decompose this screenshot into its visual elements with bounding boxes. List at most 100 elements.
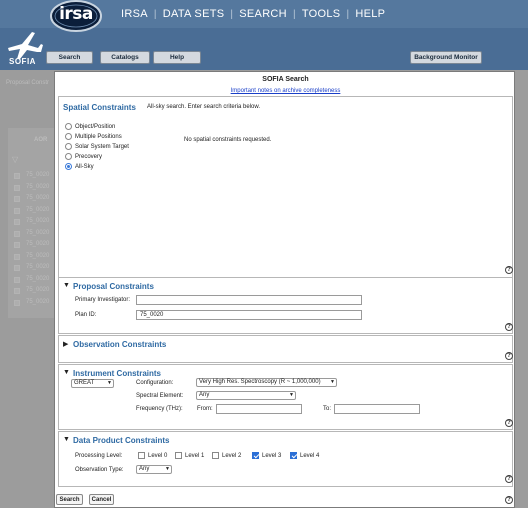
chevron-down-icon: ▼ xyxy=(330,379,335,385)
level-4-option[interactable]: Level 4 xyxy=(290,452,319,459)
help-icon[interactable]: ? xyxy=(505,352,513,360)
radio-label: Object/Position xyxy=(75,123,116,130)
level-3-option[interactable]: Level 3 xyxy=(252,452,281,459)
expand-down-icon[interactable]: ▼ xyxy=(63,436,70,443)
nav-tools[interactable]: TOOLS xyxy=(302,8,341,20)
background-row-text: 75_0020 xyxy=(26,218,50,224)
background-monitor-button[interactable]: Background Monitor xyxy=(410,51,482,64)
radio-all-sky[interactable]: All-Sky xyxy=(65,163,94,170)
expand-down-icon[interactable]: ▼ xyxy=(63,282,70,289)
level-label: Level 0 xyxy=(148,452,168,459)
radio-label: Solar System Target xyxy=(75,143,129,150)
from-label: From: xyxy=(197,406,213,412)
background-row-checkbox xyxy=(14,196,20,202)
help-icon[interactable]: ? xyxy=(505,496,513,504)
search-tab-button[interactable]: Search xyxy=(46,51,93,64)
search-button[interactable]: Search xyxy=(56,494,83,505)
background-row-checkbox xyxy=(14,219,20,225)
expand-down-icon[interactable]: ▼ xyxy=(63,369,70,376)
top-navigation: IRSA | DATA SETS | SEARCH | TOOLS | HELP xyxy=(121,8,385,20)
instrument-constraints-panel: ▼ Instrument Constraints GREAT ▼ Configu… xyxy=(58,364,513,430)
spatial-constraints-panel: Spatial Constraints All-sky search. Ente… xyxy=(58,96,513,278)
level-3-checkbox[interactable] xyxy=(252,452,259,459)
spatial-section-title: Spatial Constraints xyxy=(63,103,136,112)
background-row-checkbox xyxy=(14,299,20,306)
level-label: Level 3 xyxy=(262,452,282,459)
nav-help[interactable]: HELP xyxy=(355,8,385,20)
catalogs-tab-button[interactable]: Catalogs xyxy=(100,51,150,64)
radio-button[interactable] xyxy=(65,153,72,160)
background-row-text: 75_0020 xyxy=(26,195,50,201)
observation-type-select[interactable]: Any ▼ xyxy=(136,465,172,474)
radio-button[interactable] xyxy=(65,143,72,150)
radio-solar-system-target[interactable]: Solar System Target xyxy=(65,143,129,150)
help-tab-button[interactable]: Help xyxy=(153,51,201,64)
level-1-checkbox[interactable] xyxy=(175,452,182,459)
expand-right-icon[interactable]: ▶ xyxy=(63,340,68,348)
radio-button[interactable] xyxy=(65,133,72,140)
background-row-text: 75_0020 xyxy=(26,287,50,293)
help-icon[interactable]: ? xyxy=(505,475,513,483)
instrument-value: GREAT xyxy=(74,380,95,386)
irsa-logo-text: irsa xyxy=(59,4,93,24)
spectral-element-label: Spectral Element: xyxy=(136,393,184,399)
spatial-description: All-sky search. Enter search criteria be… xyxy=(147,104,261,110)
cancel-button[interactable]: Cancel xyxy=(89,494,114,505)
nav-search[interactable]: SEARCH xyxy=(239,8,287,20)
to-label: To: xyxy=(323,406,332,412)
observation-type-value: Any xyxy=(139,466,150,472)
background-row-checkbox xyxy=(14,207,20,214)
help-icon[interactable]: ? xyxy=(505,266,513,274)
chevron-down-icon: ▼ xyxy=(289,392,294,398)
configuration-select[interactable]: Very High Res. Spectroscopy (R ~ 1,000,0… xyxy=(196,378,337,387)
observation-section-title[interactable]: Observation Constraints xyxy=(73,340,166,349)
plan-id-label: Plan ID: xyxy=(75,312,97,318)
sofia-search-dialog: SOFIA Search Important notes on archive … xyxy=(54,71,515,508)
level-label: Level 2 xyxy=(222,452,242,459)
chevron-down-icon: ▼ xyxy=(107,380,112,386)
instrument-section-title: Instrument Constraints xyxy=(73,369,162,378)
archive-notes-link[interactable]: Important notes on archive completeness xyxy=(55,88,516,94)
nav-irsa[interactable]: IRSA xyxy=(121,8,148,20)
background-row-text: 75_0020 xyxy=(26,206,50,213)
data-product-constraints-panel: ▼ Data Product Constraints Processing Le… xyxy=(58,431,513,487)
proposal-section-title: Proposal Constraints xyxy=(73,282,154,291)
plan-id-input[interactable]: 75_0020 xyxy=(136,310,362,320)
proposal-constraints-panel: ▼ Proposal Constraints Primary Investiga… xyxy=(58,277,513,334)
background-row-text: 75_0020 xyxy=(26,264,50,270)
radio-label: All-Sky xyxy=(75,163,94,170)
chevron-down-icon: ▼ xyxy=(165,466,170,472)
help-icon[interactable]: ? xyxy=(505,419,513,427)
level-1-option[interactable]: Level 1 xyxy=(175,452,204,459)
background-row-checkbox xyxy=(14,242,20,248)
radio-multiple-positions[interactable]: Multiple Positions xyxy=(65,133,122,140)
level-label: Level 4 xyxy=(300,452,320,459)
background-row-text: 75_0020 xyxy=(26,252,50,259)
frequency-to-input[interactable] xyxy=(334,404,420,414)
data-product-section-title: Data Product Constraints xyxy=(73,436,170,445)
frequency-from-input[interactable] xyxy=(216,404,302,414)
background-row-text: 75_0020 xyxy=(26,298,50,305)
background-row-checkbox xyxy=(14,276,20,283)
level-0-checkbox[interactable] xyxy=(138,452,145,459)
spatial-message: No spatial constraints requested. xyxy=(184,137,272,143)
level-0-option[interactable]: Level 0 xyxy=(138,452,167,459)
radio-button[interactable] xyxy=(65,123,72,130)
level-4-checkbox[interactable] xyxy=(290,452,297,459)
radio-object-position[interactable]: Object/Position xyxy=(65,123,115,130)
radio-precovery[interactable]: Precovery xyxy=(65,153,102,160)
background-row-checkbox xyxy=(14,253,20,260)
instrument-select[interactable]: GREAT ▼ xyxy=(71,379,114,388)
background-row-text: 75_0020 xyxy=(26,241,50,247)
background-row-checkbox xyxy=(14,184,20,191)
level-2-checkbox[interactable] xyxy=(212,452,219,459)
background-row-text: 75_0020 xyxy=(26,275,50,282)
pi-input[interactable] xyxy=(136,295,362,305)
help-icon[interactable]: ? xyxy=(505,323,513,331)
radio-button-selected[interactable] xyxy=(65,163,72,170)
spectral-element-select[interactable]: Any ▼ xyxy=(196,391,296,400)
background-proposal-label: Proposal Constr xyxy=(6,80,50,86)
nav-data-sets[interactable]: DATA SETS xyxy=(163,8,225,20)
level-2-option[interactable]: Level 2 xyxy=(212,452,241,459)
background-row-text: 75_0020 xyxy=(26,183,50,190)
